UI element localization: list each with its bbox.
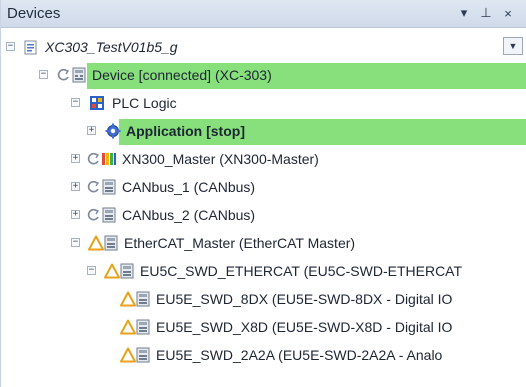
module-icon [120,263,134,279]
module-icon [102,207,116,223]
eu5e-8dx-label: EU5E_SWD_8DX (EU5E-SWD-8DX - Digital IO [156,291,453,307]
module-icon [104,235,118,251]
expand-toggle[interactable]: + [71,154,80,163]
collapse-toggle[interactable]: − [39,70,48,79]
device-label: Device [connected] (XC-303) [92,67,272,83]
collapse-toggle[interactable]: − [71,98,80,107]
tree-row-application[interactable]: + Application [stop] [1,118,526,146]
project-label: XC303_TestV01b5_g [45,39,178,55]
connection-icon [57,68,70,81]
tree-row-project[interactable]: − XC303_TestV01b5_g [1,34,526,62]
collapse-toggle[interactable]: − [87,266,96,275]
panel-menu-button[interactable]: ▾ [455,4,473,22]
ethercat-master-label: EtherCAT_Master (EtherCAT Master) [124,235,356,251]
eu5e-2a2a-label: EU5E_SWD_2A2A (EU5E-SWD-2A2A - Analo [156,347,443,363]
canbus-1-label: CANbus_1 (CANbus) [122,179,256,195]
tree-row-xn300-master[interactable]: + XN300_Master (XN300-Master) [1,146,526,174]
tree-row-canbus-1[interactable]: + CANbus_1 (CANbus) [1,174,526,202]
warning-icon [88,235,104,251]
panel-titlebar: Devices ▾ ⊥ × [1,0,526,28]
warning-icon [120,319,136,335]
connection-icon [87,152,100,165]
warning-icon [120,347,136,363]
close-button[interactable]: × [499,4,517,22]
project-icon [24,40,37,55]
expand-toggle[interactable]: + [71,182,80,191]
io-module-icon [102,153,116,165]
expand-toggle[interactable]: + [71,210,80,219]
collapse-toggle[interactable]: − [6,42,15,51]
tree-row-canbus-2[interactable]: + CANbus_2 (CANbus) [1,202,526,230]
module-icon [136,347,150,363]
tree-row-device[interactable]: − Device [connected] (XC-303) [1,62,526,90]
devices-panel: Devices ▾ ⊥ × − XC303_TestV01b5_g ▼ − De… [0,0,526,387]
tree-row-eu5e-swd-x8d[interactable]: EU5E_SWD_X8D (EU5E-SWD-X8D - Digital IO [1,314,526,342]
tree-row-eu5e-swd-8dx[interactable]: EU5E_SWD_8DX (EU5E-SWD-8DX - Digital IO [1,286,526,314]
panel-title: Devices [7,5,61,22]
expand-toggle[interactable]: + [87,126,96,135]
project-dropdown-button[interactable]: ▼ [503,37,523,55]
eu5c-label: EU5C_SWD_ETHERCAT (EU5C-SWD-ETHERCAT [140,263,463,279]
tree-row-plc-logic[interactable]: − PLC Logic [1,90,526,118]
connection-icon [87,208,100,221]
tree-row-eu5c-swd-ethercat[interactable]: − EU5C_SWD_ETHERCAT (EU5C-SWD-ETHERCAT [1,258,526,286]
application-label: Application [stop] [126,123,245,139]
warning-icon [120,291,136,307]
canbus-2-label: CANbus_2 (CANbus) [122,207,256,223]
tree-row-ethercat-master[interactable]: − EtherCAT_Master (EtherCAT Master) [1,230,526,258]
module-icon [136,291,150,307]
module-icon [102,179,116,195]
pin-button[interactable]: ⊥ [477,4,495,22]
connection-icon [87,180,100,193]
warning-icon [104,263,120,279]
eu5e-x8d-label: EU5E_SWD_X8D (EU5E-SWD-X8D - Digital IO [156,319,453,335]
gear-icon [105,123,121,139]
device-icon [72,67,86,83]
plc-logic-label: PLC Logic [112,95,177,111]
tree-row-eu5e-swd-2a2a[interactable]: EU5E_SWD_2A2A (EU5E-SWD-2A2A - Analo [1,342,526,370]
collapse-toggle[interactable]: − [71,238,80,247]
plc-logic-icon [90,96,104,110]
xn300-label: XN300_Master (XN300-Master) [122,151,319,167]
module-icon [136,319,150,335]
